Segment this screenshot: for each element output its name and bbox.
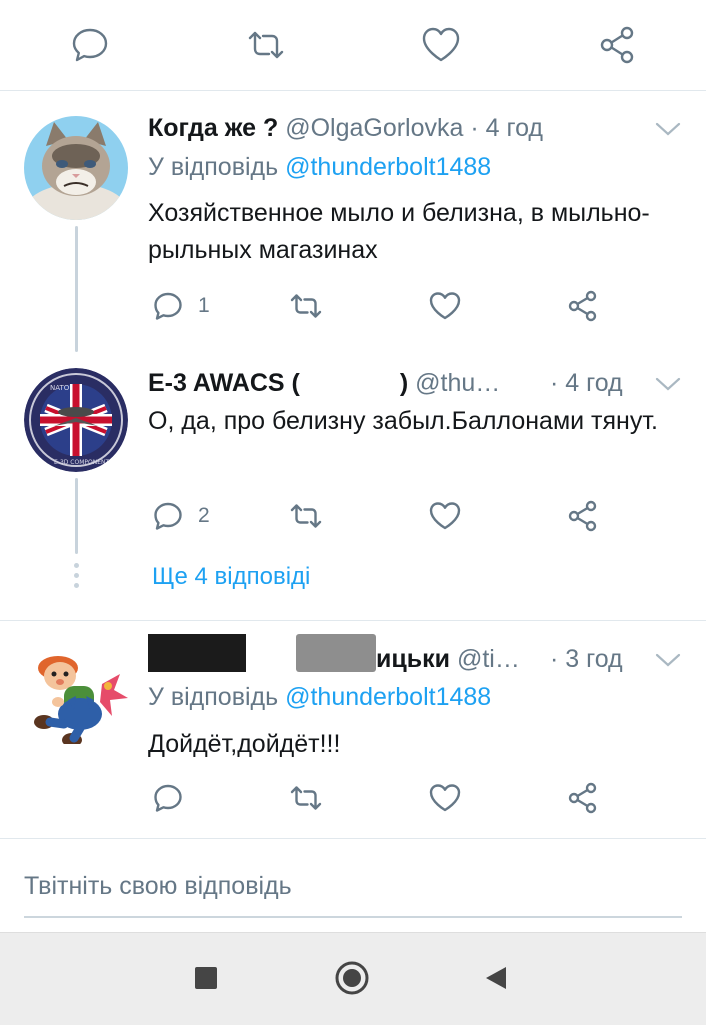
timestamp[interactable]: · 4 год bbox=[550, 365, 623, 401]
reply-button[interactable]: 1 bbox=[152, 290, 210, 322]
more-replies-link[interactable]: Ще 4 відповіді bbox=[152, 563, 310, 591]
display-name-end: ) bbox=[399, 369, 409, 397]
system-nav-bar bbox=[0, 932, 706, 1025]
share-icon[interactable] bbox=[596, 25, 638, 65]
back-icon[interactable] bbox=[484, 965, 508, 991]
recent-apps-icon[interactable] bbox=[194, 966, 218, 990]
reply-count: 2 bbox=[198, 504, 210, 527]
reply-count: 1 bbox=[198, 294, 210, 317]
timestamp[interactable]: · 3 год bbox=[550, 641, 623, 677]
share-button[interactable] bbox=[566, 782, 600, 814]
like-button[interactable] bbox=[428, 290, 462, 322]
redacted-block bbox=[296, 634, 376, 672]
share-icon bbox=[568, 500, 597, 532]
reply-icon bbox=[154, 502, 182, 530]
user-handle[interactable]: @thu… bbox=[415, 369, 500, 397]
reply-compose-field[interactable]: Твітніть свою відповідь bbox=[24, 866, 682, 918]
share-button[interactable] bbox=[566, 500, 600, 532]
thread-line bbox=[75, 478, 78, 554]
retweet-button[interactable] bbox=[288, 290, 324, 322]
redacted-block bbox=[148, 634, 246, 672]
divider bbox=[0, 620, 706, 621]
display-name[interactable]: Когда же ? bbox=[148, 114, 278, 142]
awacs-patch-avatar[interactable]: NATO E-3D COMPONENT bbox=[24, 368, 128, 472]
tweet-text: Хозяйственное мыло и белизна, в мыльно- … bbox=[148, 199, 650, 264]
carlson-cartoon-avatar[interactable] bbox=[24, 640, 128, 744]
reply-icon[interactable] bbox=[70, 25, 110, 65]
thread-line bbox=[75, 226, 78, 352]
reply-handle-link[interactable]: @thunderbolt1488 bbox=[285, 153, 491, 181]
top-action-bar bbox=[0, 0, 706, 90]
tweet-header: E-3 AWACS () @thu… bbox=[148, 365, 500, 401]
reply-handle-link[interactable]: @thunderbolt1488 bbox=[285, 683, 491, 711]
home-icon[interactable] bbox=[334, 960, 370, 996]
like-icon[interactable] bbox=[420, 25, 462, 65]
like-icon bbox=[429, 292, 461, 320]
reply-icon bbox=[154, 784, 182, 812]
grumpy-cat-avatar[interactable] bbox=[24, 116, 128, 220]
display-name[interactable]: E-3 AWACS () bbox=[148, 369, 408, 397]
chevron-down-icon[interactable] bbox=[654, 651, 682, 669]
user-handle[interactable]: @OlgaGorlovka bbox=[285, 114, 463, 142]
retweet-icon bbox=[290, 294, 322, 318]
like-icon bbox=[429, 502, 461, 530]
reply-button[interactable]: 2 bbox=[152, 500, 210, 532]
tweet-text: Дойдёт,дойдёт!!! bbox=[148, 730, 341, 758]
user-handle[interactable]: @ti… bbox=[457, 645, 520, 673]
timestamp[interactable]: · 4 год bbox=[470, 114, 543, 142]
retweet-button[interactable] bbox=[288, 500, 324, 532]
reply-icon bbox=[154, 292, 182, 320]
reply-button[interactable] bbox=[152, 782, 184, 814]
retweet-icon bbox=[290, 504, 322, 528]
reply-context: У відповідь @thunderbolt1488 bbox=[148, 153, 491, 182]
share-icon bbox=[568, 290, 597, 322]
display-name-start: E-3 AWACS ( bbox=[148, 369, 300, 397]
share-icon bbox=[568, 782, 597, 814]
retweet-icon bbox=[290, 786, 322, 810]
chevron-down-icon[interactable] bbox=[654, 375, 682, 393]
tweet-header: ицьки @ti… bbox=[376, 641, 520, 677]
divider bbox=[0, 838, 706, 839]
reply-prefix: У відповідь bbox=[148, 683, 279, 711]
chevron-down-icon[interactable] bbox=[654, 120, 682, 138]
retweet-icon[interactable] bbox=[244, 25, 288, 65]
reply-prefix: У відповідь bbox=[148, 153, 279, 181]
svg-text:NATO: NATO bbox=[50, 384, 70, 392]
like-button[interactable] bbox=[428, 782, 462, 814]
svg-text:E-3D COMPONENT: E-3D COMPONENT bbox=[54, 459, 109, 466]
like-icon bbox=[429, 784, 461, 812]
tweet-header: Когда же ? @OlgaGorlovka · 4 год bbox=[148, 110, 543, 146]
share-button[interactable] bbox=[566, 290, 600, 322]
retweet-button[interactable] bbox=[288, 782, 324, 814]
thread-dots bbox=[73, 563, 79, 589]
divider bbox=[0, 90, 706, 91]
reply-context: У відповідь @thunderbolt1488 bbox=[148, 683, 491, 712]
like-button[interactable] bbox=[428, 500, 462, 532]
tweet-text: О, да, про белизну забыл.Баллонами тянут… bbox=[148, 407, 658, 435]
display-name-end[interactable]: ицьки bbox=[376, 645, 450, 673]
